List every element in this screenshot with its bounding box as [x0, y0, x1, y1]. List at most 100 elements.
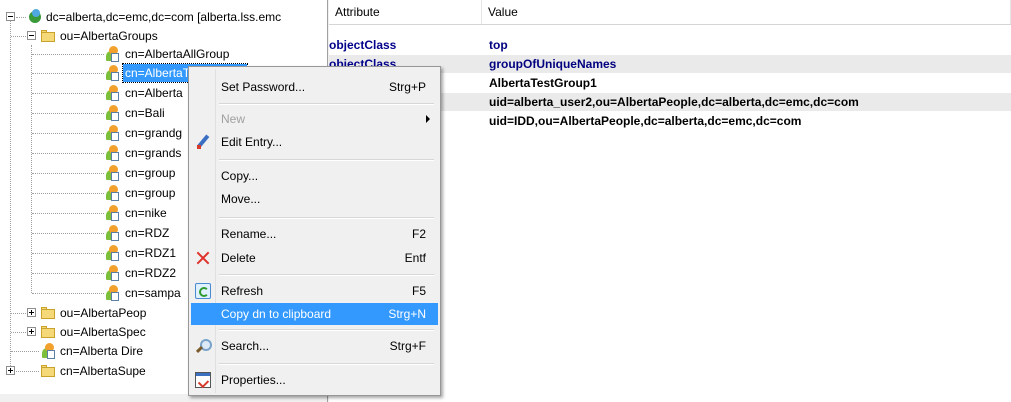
tree-node-label: cn=group — [125, 166, 176, 180]
tree-line — [16, 17, 26, 18]
tree-node-label: cn=Alberta Dire — [60, 344, 144, 358]
tree-line — [16, 371, 39, 372]
group-icon — [104, 185, 120, 201]
menu-item-move[interactable]: Move... — [191, 188, 438, 210]
tree-node-alberta-people[interactable]: ou=AlbertaPeop — [0, 304, 186, 322]
tree-node-group[interactable]: cn=group — [0, 164, 186, 182]
value-cell: uid=IDD,ou=AlbertaPeople,dc=alberta,dc=e… — [489, 114, 802, 128]
menu-item-rename[interactable]: Rename... F2 — [191, 223, 438, 245]
tree-node-label: ou=AlbertaGroups — [60, 29, 158, 43]
tree-line — [32, 233, 104, 234]
group-icon — [104, 145, 120, 161]
expand-toggle[interactable] — [27, 327, 36, 336]
tree-node-group[interactable]: cn=nike — [0, 204, 186, 222]
group-icon — [104, 46, 120, 62]
menu-item-set-password[interactable]: Set Password... Strg+P — [191, 76, 438, 98]
tree-node-group[interactable]: cn=RDZ1 — [0, 244, 186, 262]
folder-icon — [40, 324, 56, 340]
menu-item-shortcut: Strg+N — [388, 307, 426, 321]
collapse-toggle[interactable] — [27, 31, 36, 40]
menu-separator — [219, 159, 434, 161]
tree-node-label: ou=AlbertaSpec — [60, 325, 146, 339]
group-icon — [104, 245, 120, 261]
menu-separator — [219, 217, 434, 219]
menu-item-copy[interactable]: Copy... — [191, 165, 438, 187]
tree-node-label: ou=AlbertaPeop — [60, 306, 147, 320]
group-icon — [104, 65, 120, 81]
group-icon — [104, 105, 120, 121]
grid-header: Attribute Value — [329, 0, 1011, 25]
menu-item-label: Copy... — [221, 169, 259, 183]
collapse-toggle[interactable] — [6, 12, 15, 21]
delete-icon — [195, 250, 211, 266]
tree-node-group[interactable]: cn=grands — [0, 144, 186, 162]
tree-line — [32, 93, 104, 94]
tree-line — [32, 173, 104, 174]
expand-toggle[interactable] — [6, 366, 15, 375]
tree-line — [11, 351, 39, 352]
menu-item-label: Delete — [221, 251, 256, 265]
tree-node-group[interactable]: cn=Alberta — [0, 84, 186, 102]
menu-item-label: Search... — [221, 339, 270, 353]
attribute-cell: objectClass — [329, 38, 397, 52]
submenu-arrow-icon — [426, 115, 430, 123]
tree-line — [32, 253, 104, 254]
group-icon — [104, 265, 120, 281]
menu-item-shortcut: F2 — [411, 227, 426, 241]
menu-item-label: New — [221, 112, 246, 126]
menu-separator — [219, 274, 434, 276]
menu-item-delete[interactable]: Delete Entf — [191, 247, 438, 269]
tree-node-group[interactable]: cn=grandg — [0, 124, 186, 142]
value-cell: groupOfUniqueNames — [489, 57, 617, 71]
tree-node-alberta-directory[interactable]: cn=Alberta Dire — [0, 342, 186, 360]
group-icon — [104, 205, 120, 221]
grid-row[interactable]: objectClass top — [329, 36, 1011, 54]
menu-item-properties[interactable]: Properties... — [191, 369, 438, 391]
refresh-icon — [195, 283, 211, 299]
value-cell: top — [489, 38, 508, 52]
menu-item-new[interactable]: New — [191, 108, 438, 130]
tree-node-group[interactable]: cn=Bali — [0, 104, 186, 122]
properties-icon — [195, 372, 211, 388]
tree-node-label: cn=RDZ2 — [125, 266, 177, 280]
group-icon — [104, 165, 120, 181]
tree-node-group[interactable]: cn=group — [0, 184, 186, 202]
expand-toggle[interactable] — [27, 308, 36, 317]
group-icon — [104, 85, 120, 101]
menu-item-search[interactable]: Search... Strg+F — [191, 335, 438, 357]
menu-item-refresh[interactable]: Refresh F5 — [191, 280, 438, 302]
group-icon — [40, 343, 56, 359]
menu-item-label: Set Password... — [221, 80, 306, 94]
tree-node-label: dc=alberta,dc=emc,dc=com [alberta.lss.em… — [46, 10, 282, 24]
menu-separator — [219, 103, 434, 105]
tree-node-label: cn=RDZ — [125, 226, 170, 240]
menu-item-shortcut: Strg+F — [389, 339, 426, 353]
value-cell: uid=alberta_user2,ou=AlbertaPeople,dc=al… — [489, 95, 859, 109]
menu-item-edit-entry[interactable]: Edit Entry... — [191, 131, 438, 153]
tree-node-alberta-support[interactable]: cn=AlbertaSupe — [0, 362, 186, 380]
tree-line — [32, 193, 104, 194]
tree-node-alberta-groups[interactable]: ou=AlbertaGroups — [0, 27, 327, 45]
tree-node-label: cn=grandg — [125, 126, 183, 140]
tree-node-group[interactable]: cn=sampa — [0, 284, 186, 302]
tree-node-label: cn=nike — [125, 206, 167, 220]
column-header-value[interactable]: Value — [482, 0, 1011, 24]
tree-node-group[interactable]: cn=RDZ2 — [0, 264, 186, 282]
tree-line — [11, 36, 26, 37]
tree-node-group[interactable]: cn=AlbertaAllGroup — [0, 45, 327, 63]
folder-icon — [40, 305, 56, 321]
tree-line — [32, 113, 104, 114]
menu-item-label: Move... — [221, 192, 261, 206]
tree-node-label: cn=Alberta — [125, 86, 183, 100]
column-header-attribute[interactable]: Attribute — [329, 0, 482, 24]
server-icon — [27, 9, 43, 25]
tree-node-label: cn=grands — [125, 146, 182, 160]
tree-node-group[interactable]: cn=RDZ — [0, 224, 186, 242]
tree-node-label: cn=group — [125, 186, 176, 200]
tree-root-node[interactable]: dc=alberta,dc=emc,dc=com [alberta.lss.em… — [0, 8, 327, 26]
tree-node-label: cn=Bali — [125, 106, 165, 120]
menu-item-copy-dn[interactable]: Copy dn to clipboard Strg+N — [191, 303, 438, 325]
group-icon — [104, 125, 120, 141]
menu-item-shortcut: Strg+P — [388, 80, 426, 94]
tree-node-alberta-special[interactable]: ou=AlbertaSpec — [0, 323, 186, 341]
